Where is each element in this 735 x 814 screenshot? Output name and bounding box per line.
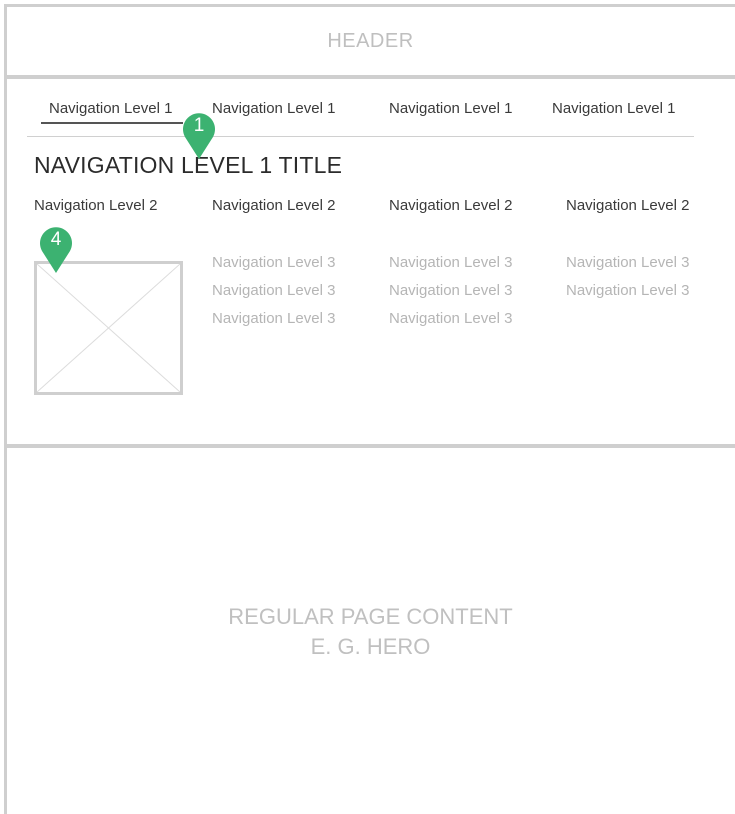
nav-level2-item[interactable]: Navigation Level 2 (212, 197, 335, 214)
nav-level3-item[interactable]: Navigation Level 3 (566, 254, 689, 271)
nav-level3-item[interactable]: Navigation Level 3 (566, 282, 689, 299)
nav-level1-item[interactable]: Navigation Level 1 (49, 100, 172, 117)
nav-level1-item[interactable]: Navigation Level 1 (552, 100, 675, 117)
image-placeholder (34, 261, 183, 395)
nav-level1-item[interactable]: Navigation Level 1 (212, 100, 335, 117)
page-content-label: REGULAR PAGE CONTENT (228, 604, 513, 629)
nav-level3-item[interactable]: Navigation Level 3 (212, 282, 335, 299)
nav-level3-item[interactable]: Navigation Level 3 (212, 254, 335, 271)
annotation-marker-number: 4 (50, 229, 62, 250)
nav-level2-item[interactable]: Navigation Level 2 (389, 197, 512, 214)
page-content-sublabel: E. G. HERO (310, 634, 431, 659)
nav-level3-item[interactable]: Navigation Level 3 (212, 310, 335, 327)
nav-level1-divider (27, 136, 694, 137)
nav-level3-item[interactable]: Navigation Level 3 (389, 282, 512, 299)
annotation-marker: 4 (38, 224, 74, 274)
nav-level3-item[interactable]: Navigation Level 3 (389, 310, 512, 327)
nav-level1-active-underline (41, 122, 183, 124)
nav-level2-item[interactable]: Navigation Level 2 (566, 197, 689, 214)
nav-level2-item[interactable]: Navigation Level 2 (34, 197, 157, 214)
menu-divider (6, 444, 735, 448)
frame-left-border (4, 4, 7, 814)
annotation-marker-number: 1 (193, 115, 205, 136)
nav-level1-item[interactable]: Navigation Level 1 (389, 100, 512, 117)
image-placeholder-cross-icon (37, 264, 180, 392)
header-label: HEADER (327, 29, 414, 52)
nav-level3-item[interactable]: Navigation Level 3 (389, 254, 512, 271)
annotation-marker: 1 (181, 110, 217, 160)
page-content-placeholder: REGULAR PAGE CONTENT E. G. HERO (6, 602, 735, 662)
